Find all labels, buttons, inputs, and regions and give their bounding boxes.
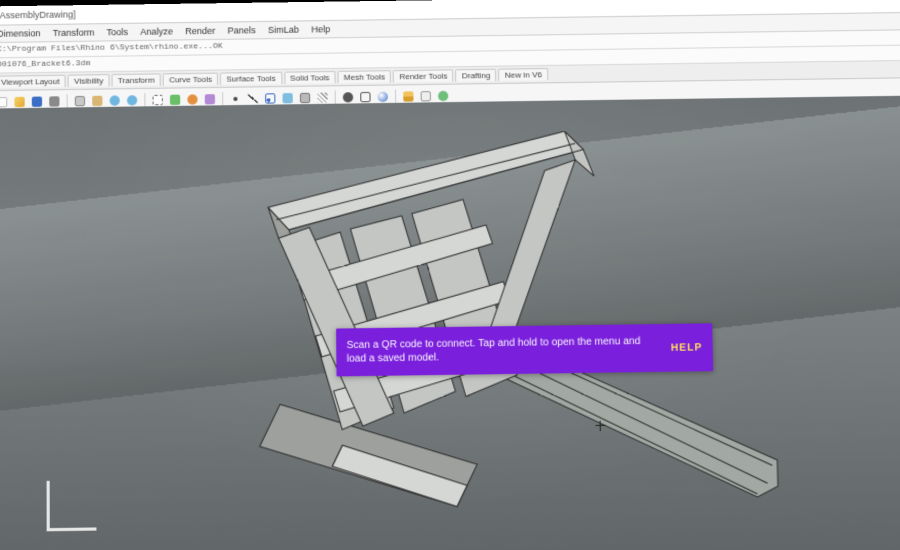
menu-tools[interactable]: Tools — [104, 27, 130, 38]
toolbar-separator — [335, 90, 336, 104]
ar-overlay-help-button[interactable]: HELP — [660, 341, 702, 355]
tab-mesh-tools[interactable]: Mesh Tools — [338, 70, 392, 83]
tab-drafting[interactable]: Drafting — [456, 69, 497, 82]
app-window: [AssemblyDrawing] Dimension Transform To… — [0, 0, 900, 550]
menu-transform[interactable]: Transform — [51, 27, 97, 38]
tab-surface-tools[interactable]: Surface Tools — [220, 72, 282, 85]
tab-render-tools[interactable]: Render Tools — [393, 69, 453, 82]
tab-visibility[interactable]: Visibility — [68, 74, 110, 87]
tab-new-in-v6[interactable]: New in V6 — [498, 68, 548, 81]
ar-overlay-banner: Scan a QR code to connect. Tap and hold … — [336, 323, 713, 376]
tab-viewport-layout[interactable]: Viewport Layout — [0, 75, 66, 88]
toolbar-separator — [395, 90, 396, 104]
toolbar-separator — [222, 92, 223, 106]
world-axis-icon — [36, 478, 109, 542]
toolbar-separator — [67, 94, 68, 108]
perspective-viewport[interactable]: Scan a QR code to connect. Tap and hold … — [0, 96, 900, 550]
ar-overlay-message: Scan a QR code to connect. Tap and hold … — [346, 334, 660, 365]
menu-panels[interactable]: Panels — [226, 25, 258, 36]
menu-analyze[interactable]: Analyze — [138, 26, 175, 37]
menu-dimension[interactable]: Dimension — [0, 28, 43, 39]
tab-curve-tools[interactable]: Curve Tools — [163, 73, 218, 86]
tab-transform[interactable]: Transform — [112, 73, 161, 86]
menu-simlab[interactable]: SimLab — [266, 24, 301, 35]
menu-render[interactable]: Render — [183, 26, 217, 37]
app-title: [AssemblyDrawing] — [0, 9, 76, 20]
toolbar-separator — [144, 93, 145, 107]
menu-help[interactable]: Help — [309, 24, 332, 35]
tab-solid-tools[interactable]: Solid Tools — [284, 71, 336, 84]
